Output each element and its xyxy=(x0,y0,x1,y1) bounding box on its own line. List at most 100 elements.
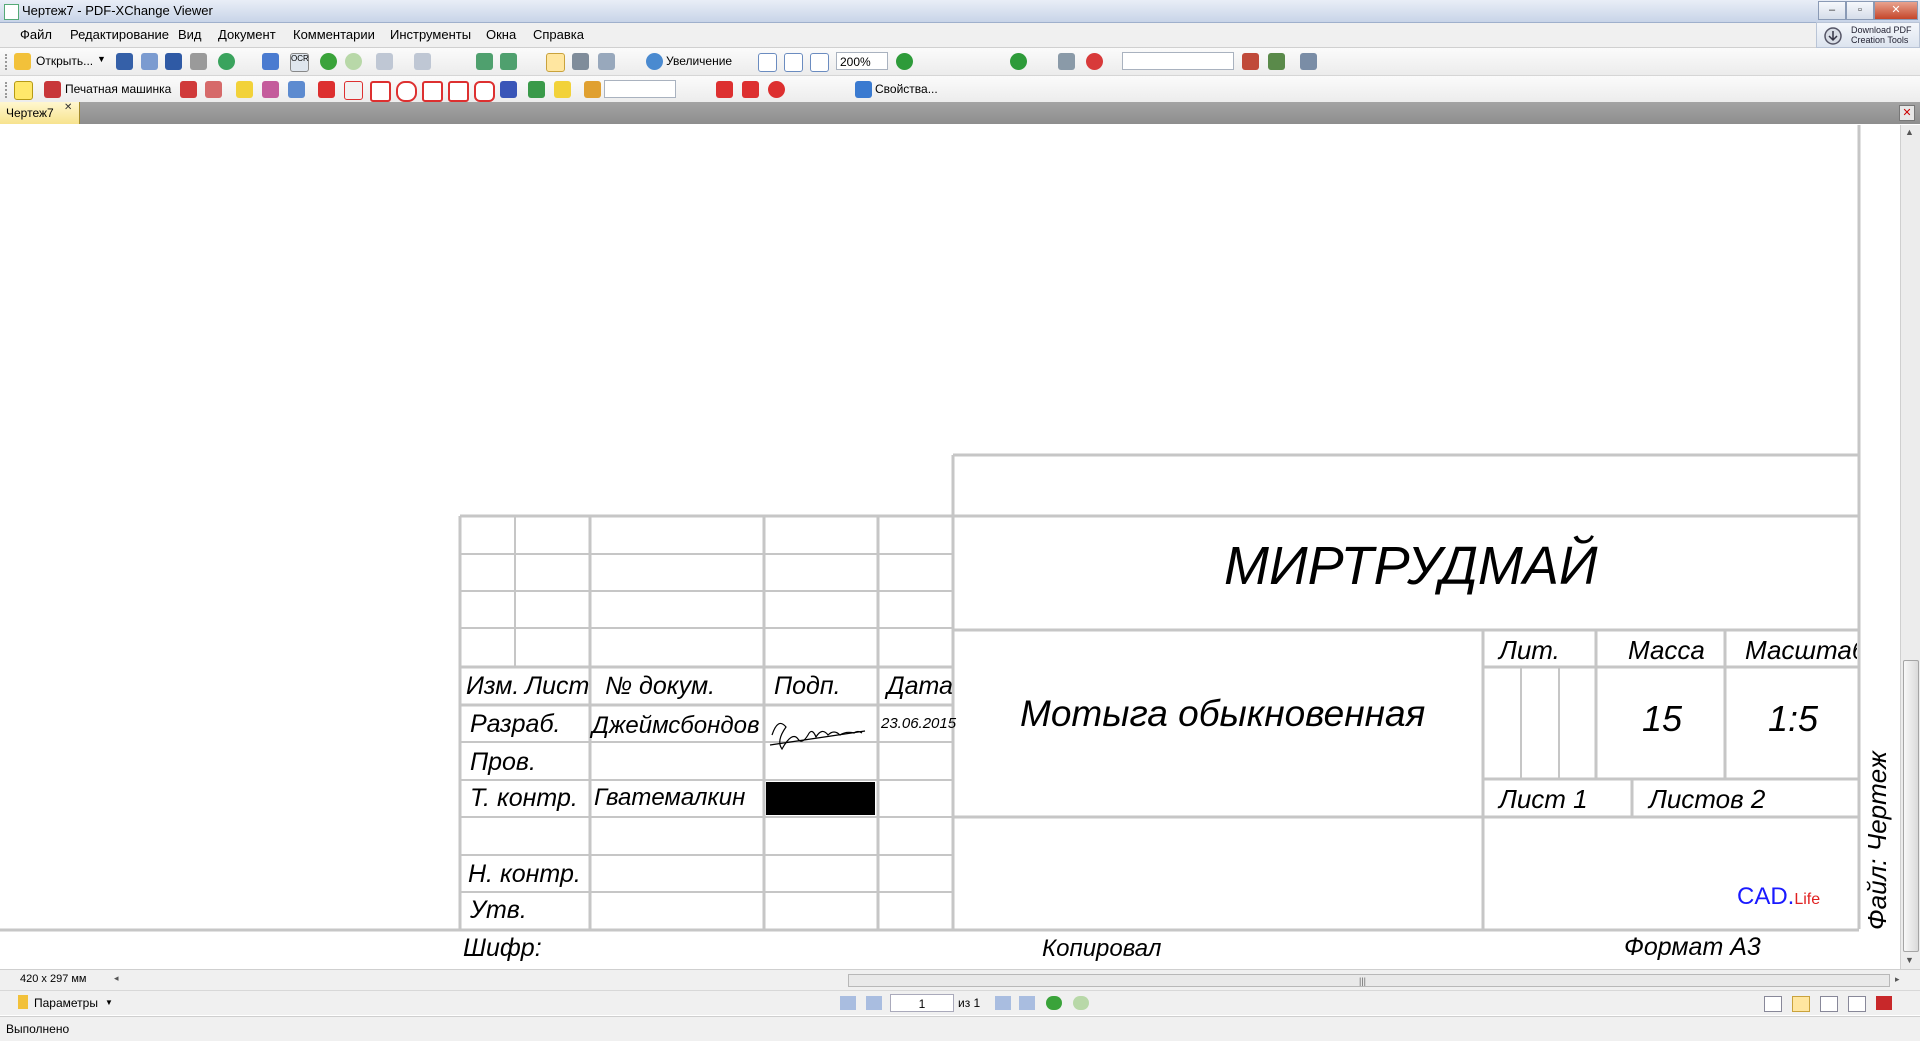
back-icon[interactable] xyxy=(320,53,337,70)
typewriter-icon[interactable] xyxy=(44,81,61,98)
nav-forward-icon[interactable] xyxy=(1073,996,1089,1010)
save-icon[interactable] xyxy=(116,53,133,70)
highlight-text-icon[interactable] xyxy=(236,81,253,98)
stamp-icon[interactable] xyxy=(1300,53,1317,70)
underline-icon[interactable] xyxy=(288,81,305,98)
hand-tool-icon[interactable] xyxy=(546,53,565,72)
nav-back-icon[interactable] xyxy=(1046,996,1062,1010)
forward-icon[interactable] xyxy=(345,53,362,70)
next-page-icon[interactable] xyxy=(995,996,1011,1010)
menu-document[interactable]: Документ xyxy=(218,27,276,42)
polyline-icon[interactable] xyxy=(448,81,469,102)
line-icon[interactable] xyxy=(344,81,363,100)
redo-icon[interactable] xyxy=(414,53,431,70)
textbox-icon[interactable] xyxy=(180,81,197,98)
continuous-facing-icon[interactable] xyxy=(1848,996,1866,1012)
tab-document[interactable]: Чертеж7 ✕ xyxy=(0,102,80,124)
menu-windows[interactable]: Окна xyxy=(486,27,516,42)
snapshot-icon[interactable] xyxy=(572,53,589,70)
polygon-icon[interactable] xyxy=(422,81,443,102)
find-icon[interactable] xyxy=(262,53,279,70)
measure-distance-icon[interactable] xyxy=(716,81,733,98)
properties-icon[interactable] xyxy=(855,81,872,98)
callout-icon[interactable] xyxy=(205,81,222,98)
download-pdf-tools-button[interactable]: Download PDF Creation Tools xyxy=(1816,22,1920,48)
menu-view[interactable]: Вид xyxy=(178,27,202,42)
select-text-icon[interactable] xyxy=(598,53,615,70)
actual-size-icon[interactable] xyxy=(758,53,777,72)
page-size-arrow-icon[interactable]: ◂ xyxy=(114,973,119,984)
menu-help[interactable]: Справка xyxy=(533,27,584,42)
rectangle-icon[interactable] xyxy=(370,81,391,102)
pin-icon[interactable] xyxy=(500,81,517,98)
properties-button[interactable]: Свойства... xyxy=(875,82,938,96)
last-page-icon[interactable] xyxy=(1019,996,1035,1010)
scroll-up-icon[interactable]: ▲ xyxy=(1905,127,1914,137)
document-view[interactable]: МИРТРУДМАЙ Мотыга обыкновенная Изм. Лист… xyxy=(0,125,1900,969)
menu-comments[interactable]: Комментарии xyxy=(293,27,375,42)
hscroll-right-icon[interactable]: ▸ xyxy=(1895,974,1900,985)
close-window-button[interactable]: ✕ xyxy=(1874,1,1918,20)
cloud-icon[interactable] xyxy=(474,81,495,102)
first-page-icon[interactable] xyxy=(840,996,856,1010)
find-prev-icon[interactable] xyxy=(1242,53,1259,70)
vertical-scroll-thumb[interactable] xyxy=(1903,660,1919,952)
zoom-icon[interactable] xyxy=(646,53,663,70)
strikeout-icon[interactable] xyxy=(262,81,279,98)
params-button[interactable]: Параметры xyxy=(34,996,98,1010)
ocr-icon[interactable]: OCR xyxy=(290,53,309,72)
measure-area-icon[interactable] xyxy=(768,81,785,98)
cad-life-logo: CAD.Life xyxy=(1737,883,1820,911)
mass-value: 15 xyxy=(1642,698,1683,739)
params-dropdown-icon[interactable]: ▼ xyxy=(105,998,113,1007)
search-web-icon[interactable] xyxy=(1086,53,1103,70)
open-dropdown-arrow-icon[interactable]: ▼ xyxy=(97,54,106,64)
pdf-icon[interactable] xyxy=(1876,996,1892,1010)
continuous-page-icon[interactable] xyxy=(1792,996,1810,1012)
undo-icon[interactable] xyxy=(376,53,393,70)
menu-file[interactable]: Файл xyxy=(20,27,52,42)
find-next-icon[interactable] xyxy=(1268,53,1285,70)
navigation-bar: Параметры ▼ 1 из 1 xyxy=(0,990,1920,1015)
maximize-button[interactable]: ▫ xyxy=(1846,1,1874,20)
zoom-in-icon[interactable] xyxy=(1010,53,1027,70)
facing-page-icon[interactable] xyxy=(1820,996,1838,1012)
note-icon[interactable] xyxy=(14,81,33,100)
menu-edit[interactable]: Редактирование xyxy=(70,27,169,42)
print-icon[interactable] xyxy=(190,53,207,70)
oval-icon[interactable] xyxy=(396,81,417,102)
font-select[interactable] xyxy=(604,80,676,98)
email-icon[interactable] xyxy=(218,53,235,70)
fit-page-icon[interactable] xyxy=(784,53,803,72)
zoom-level-select[interactable]: 200% xyxy=(836,52,888,70)
vertical-scrollbar[interactable]: ▲ ▼ xyxy=(1900,125,1920,969)
tab-close-icon[interactable]: ✕ xyxy=(64,102,72,113)
horizontal-scrollbar[interactable]: ||| xyxy=(848,974,1890,987)
close-document-button[interactable]: ✕ xyxy=(1899,105,1915,121)
minimize-button[interactable]: – xyxy=(1818,1,1846,20)
zoom-tool-button[interactable]: Увеличение xyxy=(666,54,732,68)
prev-page-icon[interactable] xyxy=(866,996,882,1010)
rotate-left-icon[interactable] xyxy=(476,53,493,70)
measure-perimeter-icon[interactable] xyxy=(742,81,759,98)
highlighter-icon[interactable] xyxy=(584,81,601,98)
pencil-icon[interactable] xyxy=(528,81,545,98)
fit-width-icon[interactable] xyxy=(810,53,829,72)
save-as-icon[interactable] xyxy=(141,53,158,70)
open-button[interactable]: Открыть... xyxy=(36,54,93,68)
hscroll-grip-icon[interactable]: ||| xyxy=(1359,976,1366,986)
copied-label: Копировал xyxy=(1042,935,1162,962)
typewriter-button[interactable]: Печатная машинка xyxy=(65,82,171,96)
open-icon[interactable] xyxy=(14,53,31,70)
eraser-icon[interactable] xyxy=(554,81,571,98)
save-all-icon[interactable] xyxy=(165,53,182,70)
menu-tools[interactable]: Инструменты xyxy=(390,27,471,42)
search-field[interactable] xyxy=(1122,52,1234,70)
arrow-icon[interactable] xyxy=(318,81,335,98)
single-page-icon[interactable] xyxy=(1764,996,1782,1012)
tools-binoculars-icon[interactable] xyxy=(1058,53,1075,70)
page-number-input[interactable]: 1 xyxy=(890,994,954,1012)
scroll-down-icon[interactable]: ▼ xyxy=(1905,955,1914,965)
rotate-right-icon[interactable] xyxy=(500,53,517,70)
zoom-out-icon[interactable] xyxy=(896,53,913,70)
